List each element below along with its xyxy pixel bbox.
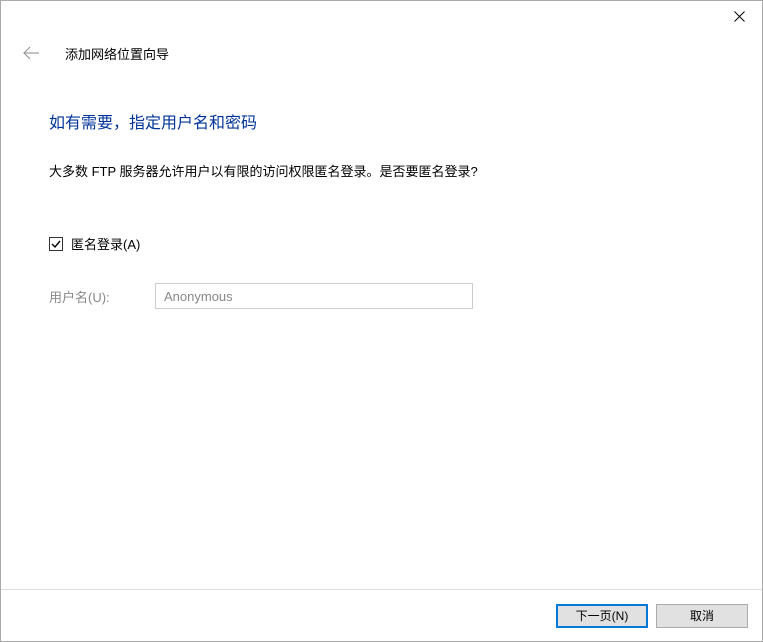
back-button[interactable]	[19, 41, 43, 65]
next-button[interactable]: 下一页(N)	[556, 604, 648, 628]
username-label: 用户名(U):	[49, 287, 155, 306]
page-heading: 如有需要，指定用户名和密码	[49, 109, 714, 133]
username-input[interactable]	[155, 283, 473, 309]
anonymous-checkbox[interactable]	[49, 237, 63, 251]
page-description: 大多数 FTP 服务器允许用户以有限的访问权限匿名登录。是否要匿名登录?	[49, 161, 714, 180]
checkmark-icon	[50, 238, 62, 250]
close-icon	[734, 11, 745, 22]
cancel-button[interactable]: 取消	[656, 604, 748, 628]
anonymous-checkbox-label[interactable]: 匿名登录(A)	[71, 234, 140, 253]
close-button[interactable]	[716, 1, 762, 31]
wizard-title: 添加网络位置向导	[65, 44, 169, 63]
arrow-left-icon	[22, 46, 40, 60]
